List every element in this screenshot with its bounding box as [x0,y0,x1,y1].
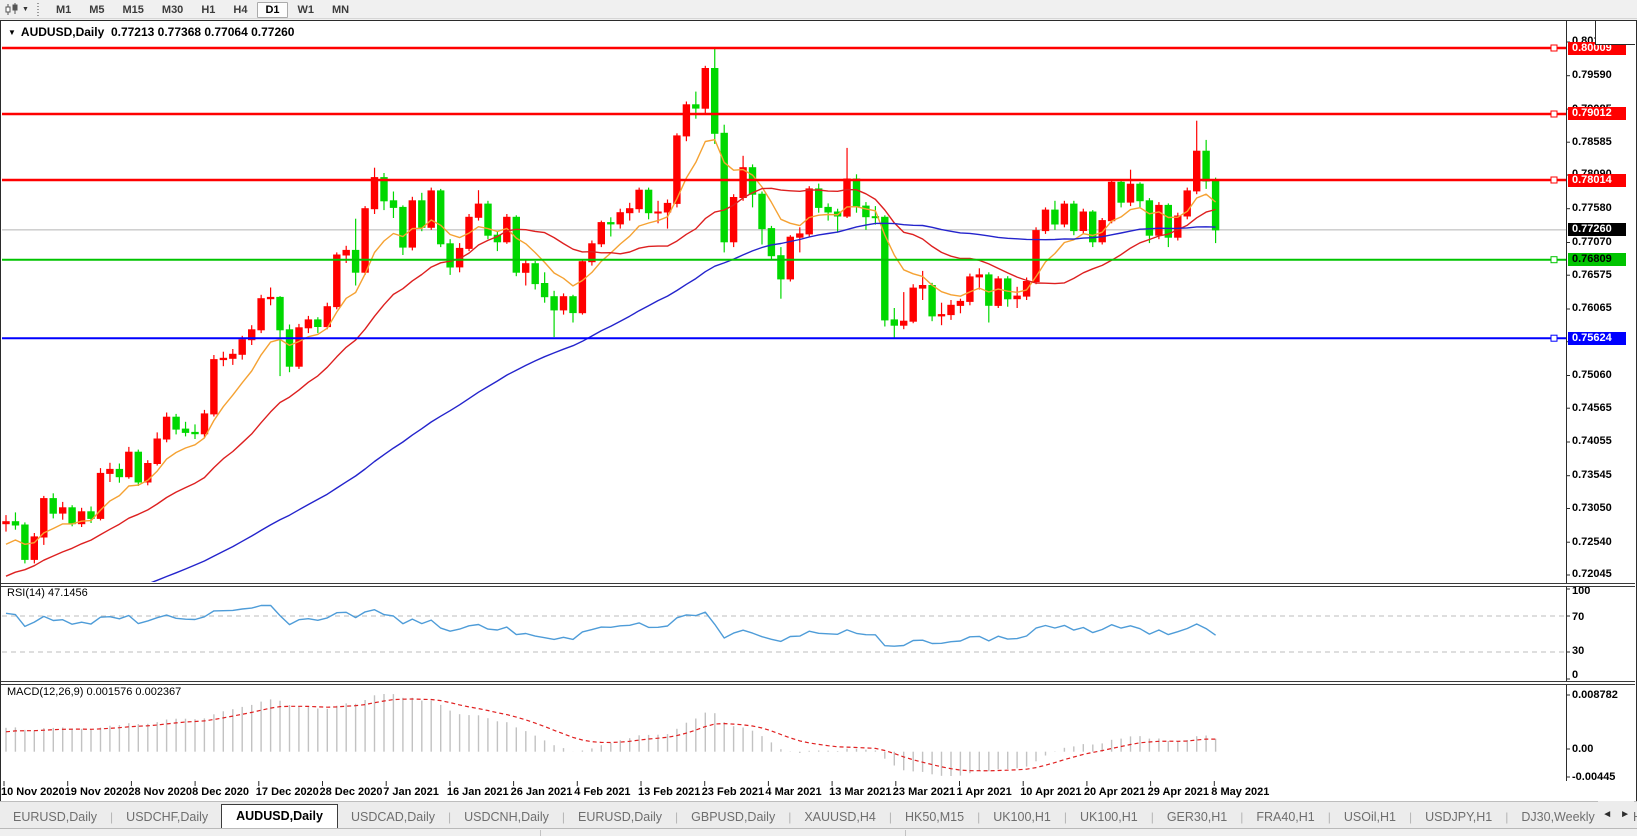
macd-tick-label: -0.00445 [1572,770,1616,783]
date-tick-label: 16 Jan 2021 [446,786,509,798]
line-handle[interactable] [1550,110,1558,118]
price-tick-label: 0.77070 [1572,235,1612,248]
rsi-tick-label: 100 [1572,584,1591,597]
date-tick-label: 8 May 2021 [1211,786,1270,798]
price-tick-label: 0.74055 [1572,435,1612,448]
date-tick-label: 13 Mar 2021 [829,786,892,798]
rsi-indicator-label: RSI(14) 47.1456 [7,587,88,599]
chart-tab-usdjpy-h1[interactable]: USDJPY,H1 [1412,806,1505,829]
symbol-tab-bar: EURUSD,Daily | USDCHF,Daily AUDUSD,Daily USD… [0,801,1637,829]
date-tick-label: 10 Apr 2021 [1020,786,1082,798]
chart-tab-usdcad-daily[interactable]: USDCAD,Daily [338,806,448,829]
chart-tab-audusd-daily[interactable]: AUDUSD,Daily [221,804,338,829]
status-separator [540,830,541,836]
price-axis-border [1566,21,1567,781]
date-tick-label: 23 Feb 2021 [701,786,765,798]
date-tick-label: 10 Nov 2020 [1,786,65,798]
tab-scroll-right-icon[interactable]: ► [1620,809,1630,820]
chart-ohlc-values: 0.77213 0.77368 0.77064 0.77260 [110,25,295,39]
date-tick-label: 7 Jan 2021 [383,786,439,798]
rsi-line [5,604,1216,647]
chart-title: ▼ AUDUSD,Daily 0.77213 0.77368 0.77064 0.… [8,25,294,39]
slow-ma-line [150,222,1216,582]
window-corner-box[interactable] [1595,21,1635,45]
macd-indicator-label: MACD(12,26,9) 0.001576 0.002367 [7,686,182,698]
date-tick-label: 17 Dec 2020 [255,786,319,798]
date-tick-label: 4 Feb 2021 [574,786,631,798]
chart-tab-hk50-m15[interactable]: HK50,M15 [892,806,977,829]
chart-tab-fra40-h1[interactable]: FRA40,H1 [1243,806,1327,829]
line-handle[interactable] [1550,256,1558,264]
date-tick-label: 19 Nov 2020 [64,786,129,798]
macd-tick-label: 0.00 [1572,742,1594,755]
current-price-badge: 0.77260 [1568,223,1626,237]
chart-tab-eurusd-daily[interactable]: EURUSD,Daily [0,806,110,829]
price-tick-label: 0.72540 [1572,535,1612,548]
price-tick-label: 0.72045 [1572,568,1612,581]
level-price-badge: 0.75624 [1568,331,1626,345]
price-tick-label: 0.73050 [1572,501,1612,514]
chart-tab-dj30-weekly[interactable]: DJ30,Weekly [1508,806,1607,829]
tab-scroll-left-icon[interactable]: ◄ [1602,809,1612,820]
candlesticks [2,47,1220,564]
level-price-badge: 0.76809 [1568,253,1626,267]
date-tick-label: 28 Nov 2020 [128,786,192,798]
level-price-badge: 0.78014 [1568,173,1626,187]
chart-tab-uk100-h1[interactable]: UK100,H1 [980,806,1064,829]
date-tick-label: 1 Apr 2021 [956,786,1012,798]
price-tick-label: 0.74565 [1572,401,1612,414]
chart-tab-eurusd-daily[interactable]: EURUSD,Daily [565,806,675,829]
date-tick-label: 23 Mar 2021 [892,786,956,798]
chart-tab-ger30-h1[interactable]: GER30,H1 [1154,806,1240,829]
macd-histogram [5,694,1217,776]
date-tick-label: 28 Dec 2020 [319,786,383,798]
price-tick-label: 0.78585 [1572,135,1612,148]
level-price-badge: 0.79012 [1568,107,1626,121]
collapse-triangle-icon[interactable]: ▼ [8,28,16,37]
price-tick-label: 0.73545 [1572,469,1612,482]
chart-tab-usdcnh-daily[interactable]: USDCNH,Daily [451,806,562,829]
status-bar [0,828,1637,836]
price-tick-label: 0.79590 [1572,69,1612,82]
rsi-tick-label: 0 [1572,668,1579,681]
line-handle[interactable] [1550,44,1558,52]
date-tick-label: 29 Apr 2021 [1147,786,1209,798]
date-tick-label: 4 Mar 2021 [765,786,822,798]
fast-ma-line [5,138,1217,545]
chart-canvas[interactable] [0,0,1637,836]
chart-tab-gbpusd-daily[interactable]: GBPUSD,Daily [678,806,788,829]
price-tick-label: 0.75060 [1572,368,1612,381]
chart-tab-xauusd-h4[interactable]: XAUUSD,H4 [791,806,889,829]
chart-tab-usoil-h1[interactable]: USOil,H1 [1331,806,1409,829]
price-tick-label: 0.76065 [1572,302,1612,315]
terminal-window: ▼ M1 M5 M15 M30 H1 H4 D1 W1 MN ▼ AUDUSD,Daily 0.7… [0,0,1637,836]
rsi-tick-label: 30 [1572,644,1585,657]
panel-splitter-macd[interactable] [1,681,1635,685]
status-separator [905,830,906,836]
date-tick-label: 13 Feb 2021 [638,786,701,798]
tab-scroll-controls: ◄ ► [1598,801,1634,828]
chart-symbol-label: AUDUSD,Daily [20,25,105,39]
date-tick-label: 20 Apr 2021 [1083,786,1146,798]
chart-tab-uk100-h1[interactable]: UK100,H1 [1067,806,1151,829]
macd-signal-line [5,698,1216,772]
price-tick-label: 0.77580 [1572,202,1612,215]
panel-splitter-rsi[interactable] [1,583,1635,587]
chart-tab-usdchf-daily[interactable]: USDCHF,Daily [113,806,221,829]
line-handle[interactable] [1550,176,1558,184]
date-tick-label: 26 Jan 2021 [510,786,573,798]
rsi-tick-label: 70 [1572,610,1585,623]
macd-tick-label: 0.008782 [1572,688,1618,701]
price-tick-label: 0.76575 [1572,268,1612,281]
date-tick-label: 8 Dec 2020 [192,786,249,798]
line-handle[interactable] [1550,334,1558,342]
